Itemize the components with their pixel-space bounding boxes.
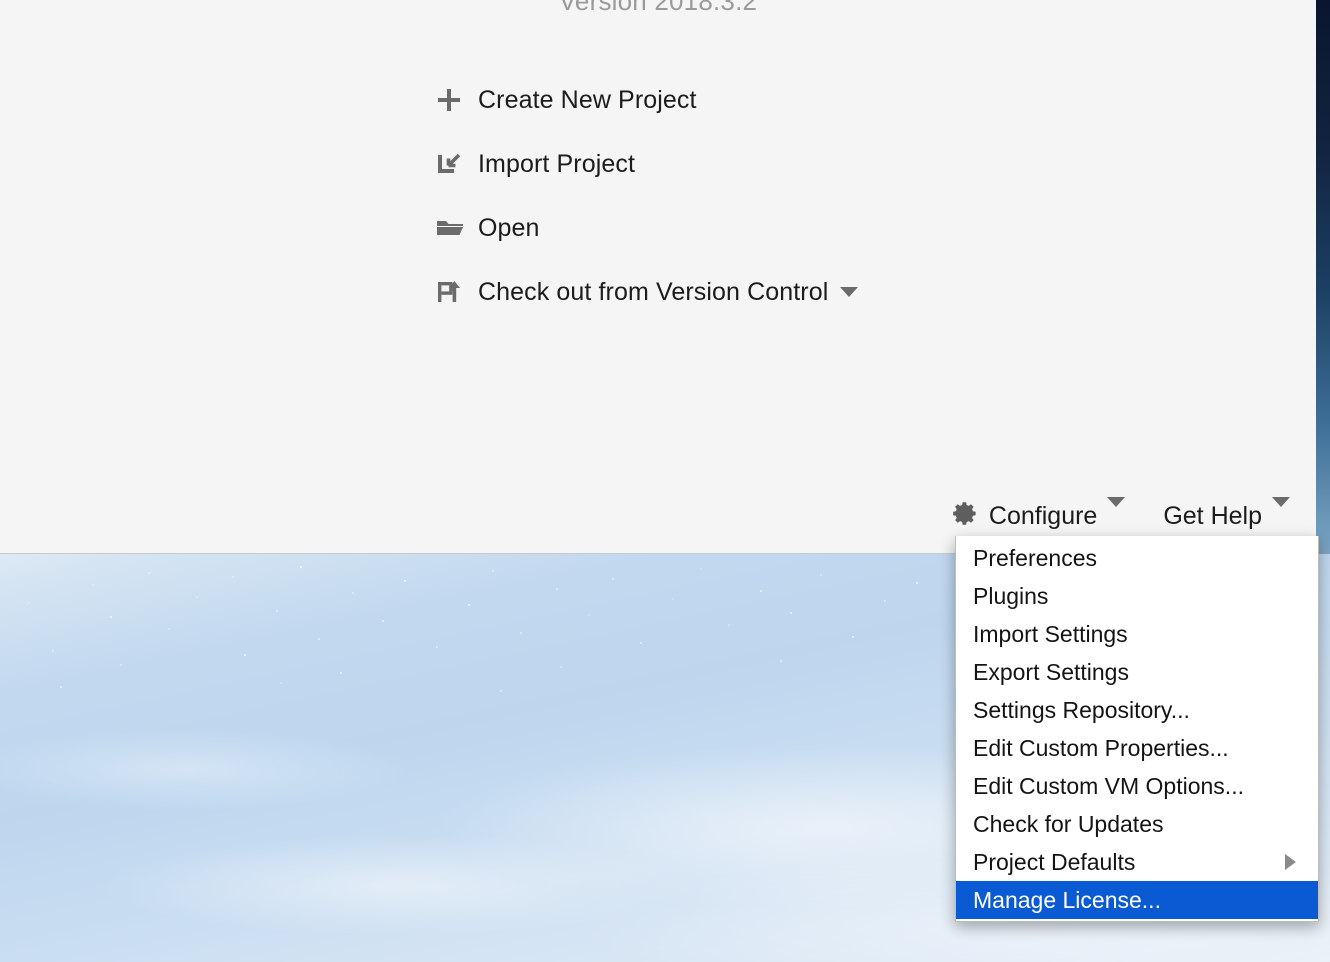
- menu-item-label: Settings Repository...: [973, 696, 1190, 723]
- import-arrow-icon: [436, 151, 466, 177]
- menu-item-preferences[interactable]: Preferences: [956, 539, 1318, 577]
- menu-item-label: Project Defaults: [973, 848, 1136, 875]
- get-help-label: Get Help: [1163, 501, 1262, 530]
- menu-item-settings-repository[interactable]: Settings Repository...: [956, 691, 1318, 729]
- welcome-window: Version 2018.3.2 Create New Project Impo…: [0, 0, 1316, 554]
- open-folder-icon: [436, 215, 466, 241]
- quick-start-actions: Create New Project Import Project Open C…: [436, 68, 859, 324]
- menu-item-label: Check for Updates: [973, 810, 1164, 837]
- configure-button[interactable]: Configure: [950, 497, 1127, 534]
- menu-item-check-for-updates[interactable]: Check for Updates: [956, 805, 1318, 843]
- menu-item-import-settings[interactable]: Import Settings: [956, 615, 1318, 653]
- screen: ≥ b Version 2018.3.2 Create New Project: [0, 0, 1330, 962]
- menu-item-export-settings[interactable]: Export Settings: [956, 653, 1318, 691]
- menu-item-project-defaults[interactable]: Project Defaults: [956, 843, 1318, 881]
- action-import-project[interactable]: Import Project: [436, 132, 858, 196]
- menu-item-label: Plugins: [973, 582, 1049, 609]
- get-help-button[interactable]: Get Help: [1161, 497, 1292, 533]
- welcome-bottom-bar: Configure Get Help: [950, 497, 1292, 534]
- chevron-down-icon[interactable]: [840, 287, 859, 297]
- menu-item-label: Manage License...: [973, 886, 1161, 913]
- version-label: Version 2018.3.2: [558, 0, 758, 16]
- menu-item-label: Edit Custom VM Options...: [973, 772, 1244, 799]
- menu-item-label: Import Settings: [973, 620, 1128, 647]
- action-create-new-project[interactable]: Create New Project: [436, 68, 858, 132]
- action-label: Open: [478, 213, 540, 242]
- menu-item-plugins[interactable]: Plugins: [956, 577, 1318, 615]
- chevron-right-icon: [1285, 854, 1296, 870]
- menu-item-label: Export Settings: [973, 658, 1129, 685]
- menu-item-edit-custom-vm-options[interactable]: Edit Custom VM Options...: [956, 767, 1318, 805]
- action-label: Import Project: [478, 149, 636, 178]
- chevron-down-icon[interactable]: [1272, 497, 1290, 525]
- background-window-edge[interactable]: ≥ b: [1316, 0, 1330, 554]
- menu-item-label: Edit Custom Properties...: [973, 734, 1229, 761]
- vcs-branch-icon: [436, 279, 466, 305]
- action-label: Check out from Version Control: [478, 277, 829, 306]
- plus-icon: [436, 87, 466, 113]
- menu-item-edit-custom-properties[interactable]: Edit Custom Properties...: [956, 729, 1318, 767]
- configure-dropdown-menu: Preferences Plugins Import Settings Expo…: [955, 536, 1319, 922]
- action-checkout-from-version-control[interactable]: Check out from Version Control: [436, 260, 859, 324]
- chevron-down-icon[interactable]: [1107, 497, 1126, 525]
- configure-label: Configure: [988, 501, 1098, 530]
- action-label: Create New Project: [478, 85, 697, 114]
- menu-item-manage-license[interactable]: Manage License...: [956, 881, 1318, 919]
- menu-item-label: Preferences: [973, 544, 1098, 571]
- gear-icon: [952, 500, 979, 532]
- action-open[interactable]: Open: [436, 196, 858, 260]
